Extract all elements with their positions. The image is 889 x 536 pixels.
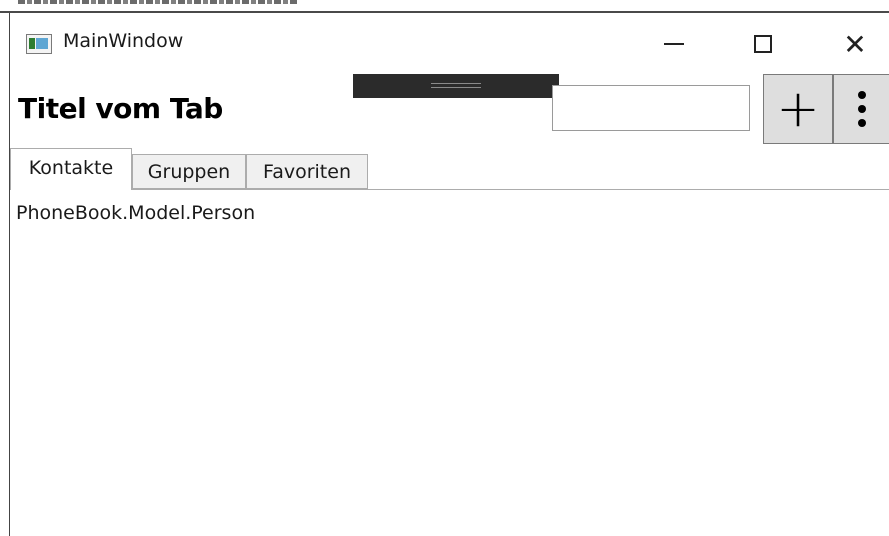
tab-strip: Kontakte Gruppen Favoriten: [10, 148, 889, 190]
more-vertical-icon: [857, 91, 866, 127]
app-icon-pane-left: [29, 38, 35, 49]
dot: [857, 105, 866, 113]
more-options-button[interactable]: [833, 74, 889, 144]
background-window-text-fragment: [18, 0, 298, 4]
background-window-strip: [0, 0, 889, 13]
dot: [857, 119, 866, 127]
window-title: MainWindow: [63, 30, 184, 52]
close-icon: ✕: [843, 27, 867, 61]
add-button[interactable]: +: [763, 74, 833, 144]
dot: [857, 91, 866, 99]
maximize-button[interactable]: [736, 20, 790, 68]
content-text: PhoneBook.Model.Person: [16, 202, 256, 224]
plus-icon: +: [776, 79, 820, 139]
app-window-icon[interactable]: [26, 34, 52, 54]
tab-label: Kontakte: [28, 157, 114, 179]
minimize-button[interactable]: [647, 20, 701, 68]
tab-label: Gruppen: [147, 160, 231, 183]
tab-kontakte[interactable]: Kontakte: [10, 148, 132, 190]
app-icon-pane-right: [36, 38, 48, 49]
minimize-icon: [664, 43, 684, 45]
drag-handle[interactable]: [353, 74, 559, 98]
tab-content-panel: PhoneBook.Model.Person: [10, 190, 889, 536]
grip-icon: [431, 83, 481, 88]
search-input[interactable]: [552, 85, 750, 131]
tab-favoriten[interactable]: Favoriten: [246, 154, 368, 189]
maximize-icon: [754, 35, 772, 53]
close-button[interactable]: ✕: [828, 20, 882, 68]
tab-label: Favoriten: [263, 160, 351, 183]
page-title: Titel vom Tab: [18, 92, 223, 125]
tab-gruppen[interactable]: Gruppen: [132, 154, 246, 189]
